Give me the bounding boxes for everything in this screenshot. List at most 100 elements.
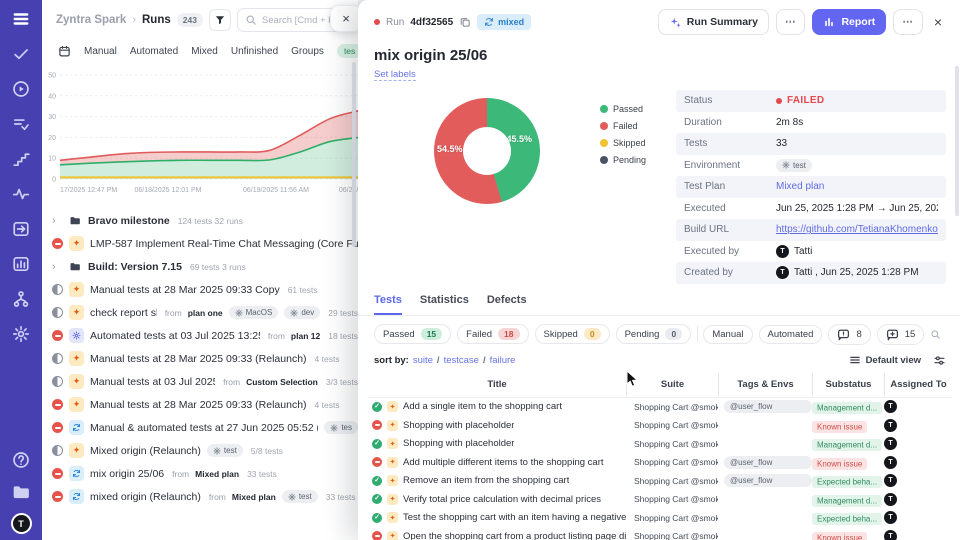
run-from-value[interactable]: plan one: [188, 308, 223, 318]
tab-groups[interactable]: Groups: [291, 46, 324, 57]
table-row[interactable]: ✦Add a single item to the shopping cartS…: [368, 398, 952, 417]
tab-mixed[interactable]: Mixed: [191, 46, 218, 57]
user-flow-tag-chip[interactable]: @user_flow: [724, 456, 812, 469]
pulse-icon[interactable]: [12, 185, 30, 203]
user-flow-tag-chip[interactable]: @user_flow: [724, 400, 812, 413]
default-view-button[interactable]: Default view: [849, 354, 921, 366]
login-icon[interactable]: [12, 220, 30, 238]
run-list-item[interactable]: ✦Manual tests at 28 Mar 2025 09:33 Copy6…: [52, 278, 358, 301]
sort-link-failure[interactable]: failure: [490, 355, 516, 366]
table-row[interactable]: ✦Add multiple different items to the sho…: [368, 453, 952, 472]
run-from-value[interactable]: Mixed plan: [232, 492, 276, 502]
filter-chip-failed[interactable]: Failed18: [457, 324, 528, 344]
set-labels-link[interactable]: Set labels: [374, 69, 416, 81]
run-detail-scrollbar[interactable]: [955, 66, 959, 216]
branch-icon[interactable]: [12, 290, 30, 308]
user-avatar[interactable]: T: [13, 515, 30, 532]
user-flow-tag-chip[interactable]: @user_flow: [724, 474, 812, 487]
runs-list-scrollbar[interactable]: [352, 62, 356, 247]
table-row[interactable]: ✦Remove an item from the shopping cartSh…: [368, 472, 952, 491]
column-header-suite[interactable]: Suite: [626, 373, 718, 397]
test-tag-chip[interactable]: tes: [337, 44, 358, 58]
filter-chip-passed[interactable]: Passed15: [374, 324, 451, 344]
breadcrumb-app[interactable]: Zyntra Spark: [56, 14, 126, 26]
tab-manual[interactable]: Manual: [84, 46, 117, 57]
substatus-chip[interactable]: Known issue: [812, 458, 867, 470]
results-search-input[interactable]: Search by title/mes: [930, 329, 946, 340]
column-header-substatus[interactable]: Substatus: [812, 373, 884, 397]
substatus-chip[interactable]: Management d...: [812, 439, 882, 451]
runs-board-icon[interactable]: [58, 45, 71, 58]
info-link[interactable]: Mixed plan: [776, 181, 824, 192]
run-list-item[interactable]: ✦Manual tests at 03 Jul 2025 12:08fromCu…: [52, 370, 358, 393]
run-from-value[interactable]: Custom Selection: [246, 377, 318, 387]
run-from-value[interactable]: Mixed plan: [195, 469, 239, 479]
substatus-chip[interactable]: Management d...: [812, 402, 882, 414]
run-summary-more-button[interactable]: ⋯: [776, 9, 806, 35]
check-icon[interactable]: [12, 45, 30, 63]
run-list-item[interactable]: ›Bravo milestone124 tests 32 runs: [52, 209, 358, 232]
assignee-avatar[interactable]: T: [884, 493, 897, 506]
comment-filter-chip[interactable]: 15: [877, 324, 925, 345]
run-list-item[interactable]: ✦LMP-587 Implement Real-Time Chat Messag…: [52, 232, 358, 255]
env-tag-chip[interactable]: tes: [324, 421, 358, 434]
report-button[interactable]: Report: [812, 9, 886, 35]
run-list-item[interactable]: ›Build: Version 7.1569 tests 3 runs: [52, 255, 358, 278]
filter-chip-pending[interactable]: Pending0: [616, 324, 692, 344]
substatus-chip[interactable]: Expected beha...: [812, 476, 882, 488]
run-list-item[interactable]: Automated tests at 03 Jul 2025 13:25from…: [52, 324, 358, 347]
assignee-avatar[interactable]: T: [884, 511, 897, 524]
sliders-icon[interactable]: [933, 354, 946, 367]
play-circle-icon[interactable]: [12, 80, 30, 98]
substatus-chip[interactable]: Known issue: [812, 532, 867, 540]
table-row[interactable]: ✦Shopping with placeholderShopping Cart …: [368, 416, 952, 435]
env-tag-chip[interactable]: test: [282, 490, 318, 503]
run-list-item[interactable]: mixed origin (Relaunch)fromMixed plantes…: [52, 485, 358, 508]
tab-defects[interactable]: Defects: [487, 294, 527, 315]
tab-statistics[interactable]: Statistics: [420, 294, 469, 315]
env-tag-chip[interactable]: test: [207, 444, 243, 457]
column-header-tags-envs[interactable]: Tags & Envs: [718, 373, 812, 397]
run-list-item[interactable]: Manual & automated tests at 27 Jun 2025 …: [52, 416, 358, 439]
folder-icon[interactable]: [12, 483, 30, 501]
substatus-chip[interactable]: Known issue: [812, 421, 867, 433]
run-list-item[interactable]: mix origin 25/06fromMixed plan33 tests: [52, 462, 358, 485]
expand-chevron-icon[interactable]: ›: [52, 215, 61, 227]
assignee-avatar[interactable]: T: [884, 474, 897, 487]
sort-link-testcase[interactable]: testcase: [444, 355, 479, 366]
more-actions-button[interactable]: ⋯: [893, 9, 923, 35]
tab-automated[interactable]: Automated: [130, 46, 178, 57]
assignee-avatar[interactable]: T: [884, 419, 897, 432]
environment-chip[interactable]: test: [776, 159, 812, 172]
assignee-avatar[interactable]: T: [884, 437, 897, 450]
tab-tests[interactable]: Tests: [374, 294, 402, 315]
assignee-avatar[interactable]: T: [884, 456, 897, 469]
table-row[interactable]: ✦Shopping with placeholderShopping Cart …: [368, 435, 952, 454]
substatus-chip[interactable]: Expected beha...: [812, 513, 882, 525]
filter-chip-skipped[interactable]: Skipped0: [535, 324, 610, 344]
mode-chip-automated[interactable]: Automated: [759, 325, 823, 344]
substatus-chip[interactable]: Management d...: [812, 495, 882, 507]
run-list-item[interactable]: ✦Manual tests at 28 Mar 2025 09:33 (Rela…: [52, 347, 358, 370]
table-row[interactable]: ✦Verify total price calculation with dec…: [368, 490, 952, 509]
run-list-item[interactable]: ✦check report sharingfromplan oneMacOSde…: [52, 301, 358, 324]
column-header-title[interactable]: Title: [368, 373, 626, 397]
run-list-item[interactable]: ✦Mixed origin (Relaunch)test5/8 tests: [52, 439, 358, 462]
table-row[interactable]: ✦Test the shopping cart with an item hav…: [368, 509, 952, 528]
list-check-icon[interactable]: [12, 115, 30, 133]
column-header-assigned-to[interactable]: Assigned To: [884, 373, 952, 397]
info-link[interactable]: https://github.com/TetianaKhomenko/Load-…: [776, 224, 938, 235]
assignee-avatar[interactable]: T: [884, 400, 897, 413]
env-tag-chip[interactable]: dev: [284, 306, 320, 319]
table-row[interactable]: ✦Open the shopping cart from a product l…: [368, 527, 952, 540]
bar-chart-icon[interactable]: [12, 255, 30, 273]
tab-unfinished[interactable]: Unfinished: [231, 46, 278, 57]
menu-icon[interactable]: [12, 10, 30, 28]
gear-icon[interactable]: [12, 325, 30, 343]
filter-button[interactable]: [209, 9, 231, 31]
close-run-detail-button[interactable]: ×: [930, 12, 946, 32]
help-icon[interactable]: [12, 451, 30, 469]
copy-icon[interactable]: [459, 16, 471, 28]
run-list-item[interactable]: ✦Manual tests at 28 Mar 2025 09:33 (Rela…: [52, 393, 358, 416]
mode-chip-manual[interactable]: Manual: [703, 325, 752, 344]
